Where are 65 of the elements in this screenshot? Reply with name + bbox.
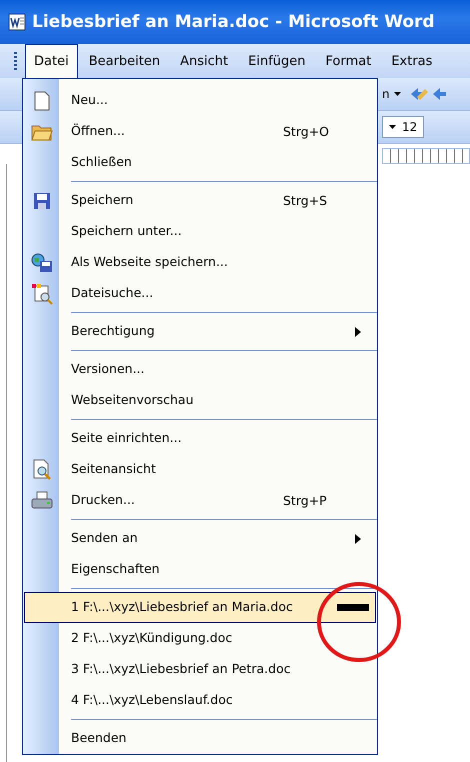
menu-title[interactable]: Datei: [25, 44, 78, 78]
globe-floppy-icon: [31, 252, 53, 272]
toolbar-button[interactable]: n: [382, 87, 401, 101]
font-size-field[interactable]: 12: [382, 116, 424, 138]
menu-item[interactable]: Beenden: [24, 723, 376, 754]
menu-item[interactable]: 2 F:\...\xyz\Kündigung.doc: [24, 623, 376, 654]
arrow-pencil-icon[interactable]: [408, 85, 449, 103]
menu-item[interactable]: Eigenschaften: [24, 554, 376, 585]
redaction-bar: [337, 604, 369, 611]
menu-item-label: Neu...: [71, 92, 109, 109]
menu-item[interactable]: 1 F:\...\xyz\Liebesbrief an Maria.doc: [24, 592, 376, 623]
menu-item[interactable]: Versionen...: [24, 354, 376, 385]
blank-page-icon: [34, 90, 50, 110]
menu-item-label: 3 F:\...\xyz\Liebesbrief an Petra.doc: [71, 661, 291, 678]
menu-item[interactable]: 4 F:\...\xyz\Lebenslauf.doc: [24, 685, 376, 716]
menu-item-label: 4 F:\...\xyz\Lebenslauf.doc: [71, 692, 234, 709]
menu-item-label: Beenden: [71, 730, 128, 747]
menu-item[interactable]: Schließen: [24, 147, 376, 178]
menu-title[interactable]: Ansicht: [171, 44, 238, 78]
file-search-icon: [31, 282, 53, 304]
menu-item-label: Eigenschaften: [71, 561, 161, 578]
menu-title[interactable]: Extras: [382, 44, 442, 78]
document-w-icon: [8, 13, 26, 31]
shortcut-label: Strg+P: [283, 493, 327, 508]
menu-item-label: Drucken...: [71, 492, 136, 509]
menu-item-label: Seite einrichten...: [71, 430, 183, 447]
font-size-value: 12: [402, 120, 418, 134]
shortcut-label: Strg+S: [283, 193, 328, 208]
menu-item[interactable]: Öffnen... Strg+O: [24, 116, 376, 147]
menu-item[interactable]: Seite einrichten...: [24, 423, 376, 454]
menu-item[interactable]: Dateisuche...: [24, 278, 376, 309]
menu-title[interactable]: Bearbeiten: [80, 44, 170, 78]
menu-item[interactable]: Seitenansicht: [24, 454, 376, 485]
menu-item[interactable]: Speichern Strg+S: [24, 185, 376, 216]
menu-item[interactable]: Drucken... Strg+P: [24, 485, 376, 516]
caret-icon: [389, 125, 396, 129]
menu-item-label: Speichern unter...: [71, 223, 183, 240]
menu-item-label: Öffnen...: [71, 123, 126, 140]
menu-item-label: Speichern: [71, 192, 134, 209]
menu-item-label: 2 F:\...\xyz\Kündigung.doc: [71, 630, 234, 647]
menu-item-label: Schließen: [71, 154, 133, 171]
printer-icon: [31, 490, 53, 510]
menu-item-label: Versionen...: [71, 361, 146, 378]
page-magnifier-icon: [32, 458, 52, 480]
menu-item-label: Seitenansicht: [71, 461, 157, 478]
menu-item[interactable]: Neu...: [24, 85, 376, 116]
menu-item-label: Webseitenvorschau: [71, 392, 195, 409]
window-title: Liebesbrief an Maria.doc - Microsoft Word: [32, 12, 435, 32]
menu-item[interactable]: Senden an: [24, 523, 376, 554]
menu-item-label: Dateisuche...: [71, 285, 154, 302]
menu-item[interactable]: Webseitenvorschau: [24, 385, 376, 416]
menu-item[interactable]: 3 F:\...\xyz\Liebesbrief an Petra.doc: [24, 654, 376, 685]
menu-item[interactable]: Speichern unter...: [24, 216, 376, 247]
menu-item-label: Als Webseite speichern...: [71, 254, 229, 271]
menu-item-label: Senden an: [71, 530, 139, 547]
caret-icon: [394, 92, 401, 96]
menu-item[interactable]: Berechtigung: [24, 316, 376, 347]
menu-title[interactable]: Format: [316, 44, 380, 78]
menu-item[interactable]: Als Webseite speichern...: [24, 247, 376, 278]
menu-item-label: 1 F:\...\xyz\Liebesbrief an Maria.doc: [71, 599, 293, 616]
menu-title[interactable]: Einfügen: [239, 44, 315, 78]
toolbar-grip[interactable]: [14, 52, 17, 70]
folder-icon: [31, 122, 53, 140]
menu-item-label: Berechtigung: [71, 323, 156, 340]
shortcut-label: Strg+O: [283, 124, 330, 139]
